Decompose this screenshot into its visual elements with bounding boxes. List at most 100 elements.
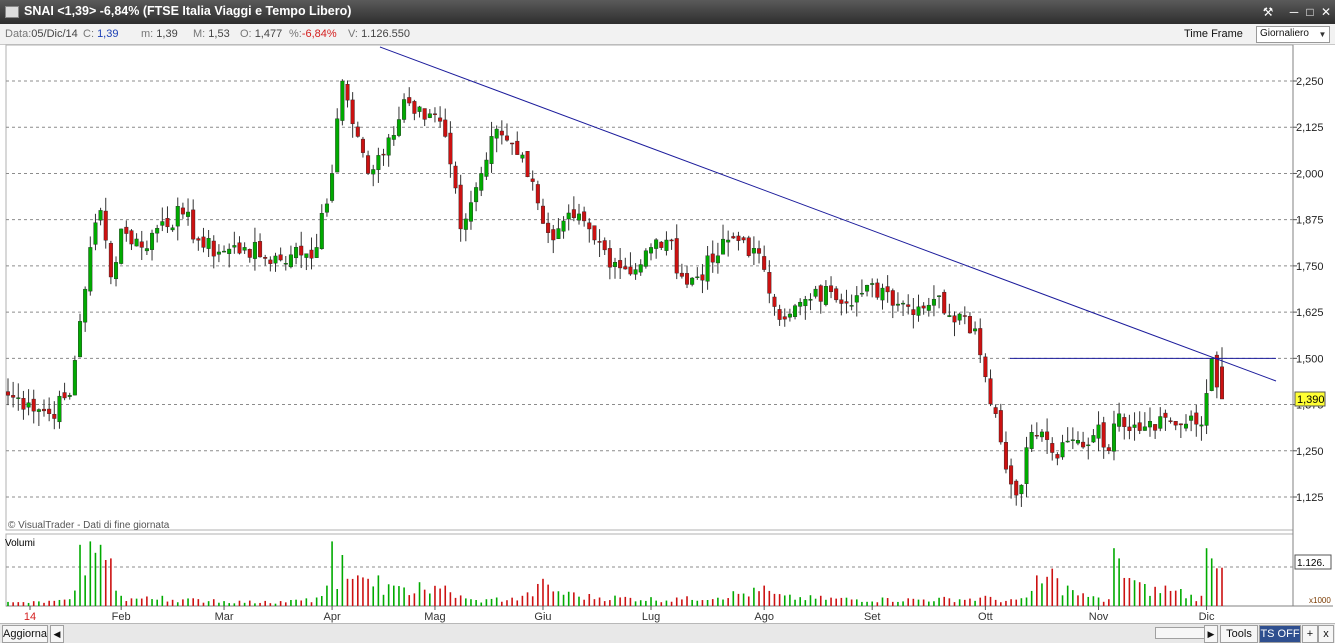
candle-up — [1096, 424, 1101, 439]
candle-up — [865, 284, 870, 292]
x-tick-label: Giu — [534, 611, 551, 623]
candle-down — [674, 238, 679, 274]
candle-down — [309, 249, 314, 259]
candle-down — [911, 309, 916, 315]
candle-down — [962, 315, 967, 317]
candle-down — [52, 414, 57, 419]
candle-down — [196, 238, 201, 241]
candle-down — [659, 241, 664, 248]
scroll-right-button[interactable]: ▶ — [1204, 625, 1218, 643]
candle-up — [880, 287, 885, 301]
candle-down — [1194, 412, 1199, 425]
candle-down — [844, 301, 849, 304]
candle-down — [299, 245, 304, 256]
candle-up — [973, 328, 978, 332]
candle-up — [926, 304, 931, 311]
tools-button[interactable]: Tools — [1220, 625, 1258, 643]
candle-down — [62, 392, 67, 399]
candle-up — [664, 239, 669, 251]
candle-up — [556, 228, 561, 239]
candle-up — [721, 238, 726, 255]
candle-down — [885, 286, 890, 293]
candle-down — [47, 408, 52, 414]
scrollbar-thumb[interactable] — [1155, 627, 1205, 639]
candle-down — [782, 316, 787, 320]
candle-up — [83, 288, 88, 323]
candle-down — [777, 309, 782, 320]
candle-up — [134, 238, 139, 247]
candle-down — [124, 226, 129, 234]
candle-up — [1199, 424, 1204, 427]
candle-up — [957, 313, 962, 321]
candle-up — [170, 227, 175, 231]
chart-window: SNAI <1,39> -6,84% (FTSE Italia Viaggi e… — [0, 0, 1335, 643]
candle-down — [993, 407, 998, 415]
ts-toggle-button[interactable]: TS OFF — [1259, 625, 1301, 643]
candle-up — [88, 247, 93, 292]
scroll-left-button[interactable]: ◀ — [50, 625, 64, 643]
candle-up — [273, 255, 278, 264]
candle-down — [818, 285, 823, 302]
candle-down — [757, 248, 762, 254]
candle-down — [422, 108, 427, 120]
candle-down — [11, 395, 16, 398]
zoom-in-button[interactable]: + — [1302, 625, 1318, 643]
candle-up — [633, 269, 638, 275]
candle-up — [57, 395, 62, 423]
candle-up — [36, 409, 41, 412]
candle-up — [1075, 440, 1080, 444]
candle-up — [150, 232, 155, 250]
candle-up — [222, 250, 227, 253]
candle-down — [103, 210, 108, 241]
candle-down — [669, 239, 674, 242]
candle-up — [854, 295, 859, 303]
candle-down — [263, 257, 268, 259]
candle-down — [1168, 420, 1173, 422]
candle-down — [1101, 422, 1106, 448]
candle-up — [612, 261, 618, 267]
refresh-button[interactable]: Aggiorna — [2, 625, 48, 643]
candle-down — [1137, 422, 1142, 431]
candle-down — [679, 272, 684, 277]
candle-up — [520, 154, 525, 159]
price-chart[interactable]: 2,2502,1252,0001,8751,7501,6251,5001,375… — [0, 0, 1335, 642]
candle-up — [561, 220, 566, 232]
candle-down — [432, 113, 437, 115]
candle-down — [453, 165, 458, 189]
candle-down — [129, 230, 134, 245]
candle-down — [139, 241, 144, 248]
volume-panel — [5, 533, 1294, 607]
candle-up — [1117, 413, 1122, 427]
y-tick-label: 1,875 — [1296, 215, 1324, 227]
candle-up — [232, 245, 237, 248]
candle-down — [700, 274, 705, 281]
candle-up — [417, 106, 422, 112]
candle-up — [206, 238, 211, 249]
candle-up — [793, 305, 798, 317]
candle-down — [360, 138, 365, 153]
candle-down — [1173, 421, 1178, 426]
candle-down — [278, 254, 283, 261]
y-tick-label: 2,125 — [1296, 122, 1324, 134]
scrollbar-track[interactable] — [66, 628, 1246, 638]
candle-down — [618, 260, 623, 269]
candle-down — [952, 315, 957, 323]
candle-down — [1178, 423, 1183, 426]
candle-down — [597, 241, 602, 243]
candle-up — [798, 301, 803, 307]
x-tick-label: Set — [864, 611, 881, 623]
candle-down — [21, 398, 26, 410]
volume-last-label: 1.126. — [1297, 558, 1325, 569]
candle-down — [5, 391, 11, 396]
candle-down — [448, 132, 453, 165]
volume-unit-label: x1000 — [1309, 596, 1331, 605]
candle-up — [870, 283, 875, 285]
candle-up — [1086, 444, 1091, 447]
candle-up — [937, 295, 942, 297]
candle-up — [1158, 416, 1163, 429]
candle-down — [201, 236, 206, 248]
candle-up — [319, 213, 324, 250]
candle-up — [468, 202, 473, 222]
close-chart-button[interactable]: x — [1318, 625, 1334, 643]
candle-up — [119, 228, 124, 264]
